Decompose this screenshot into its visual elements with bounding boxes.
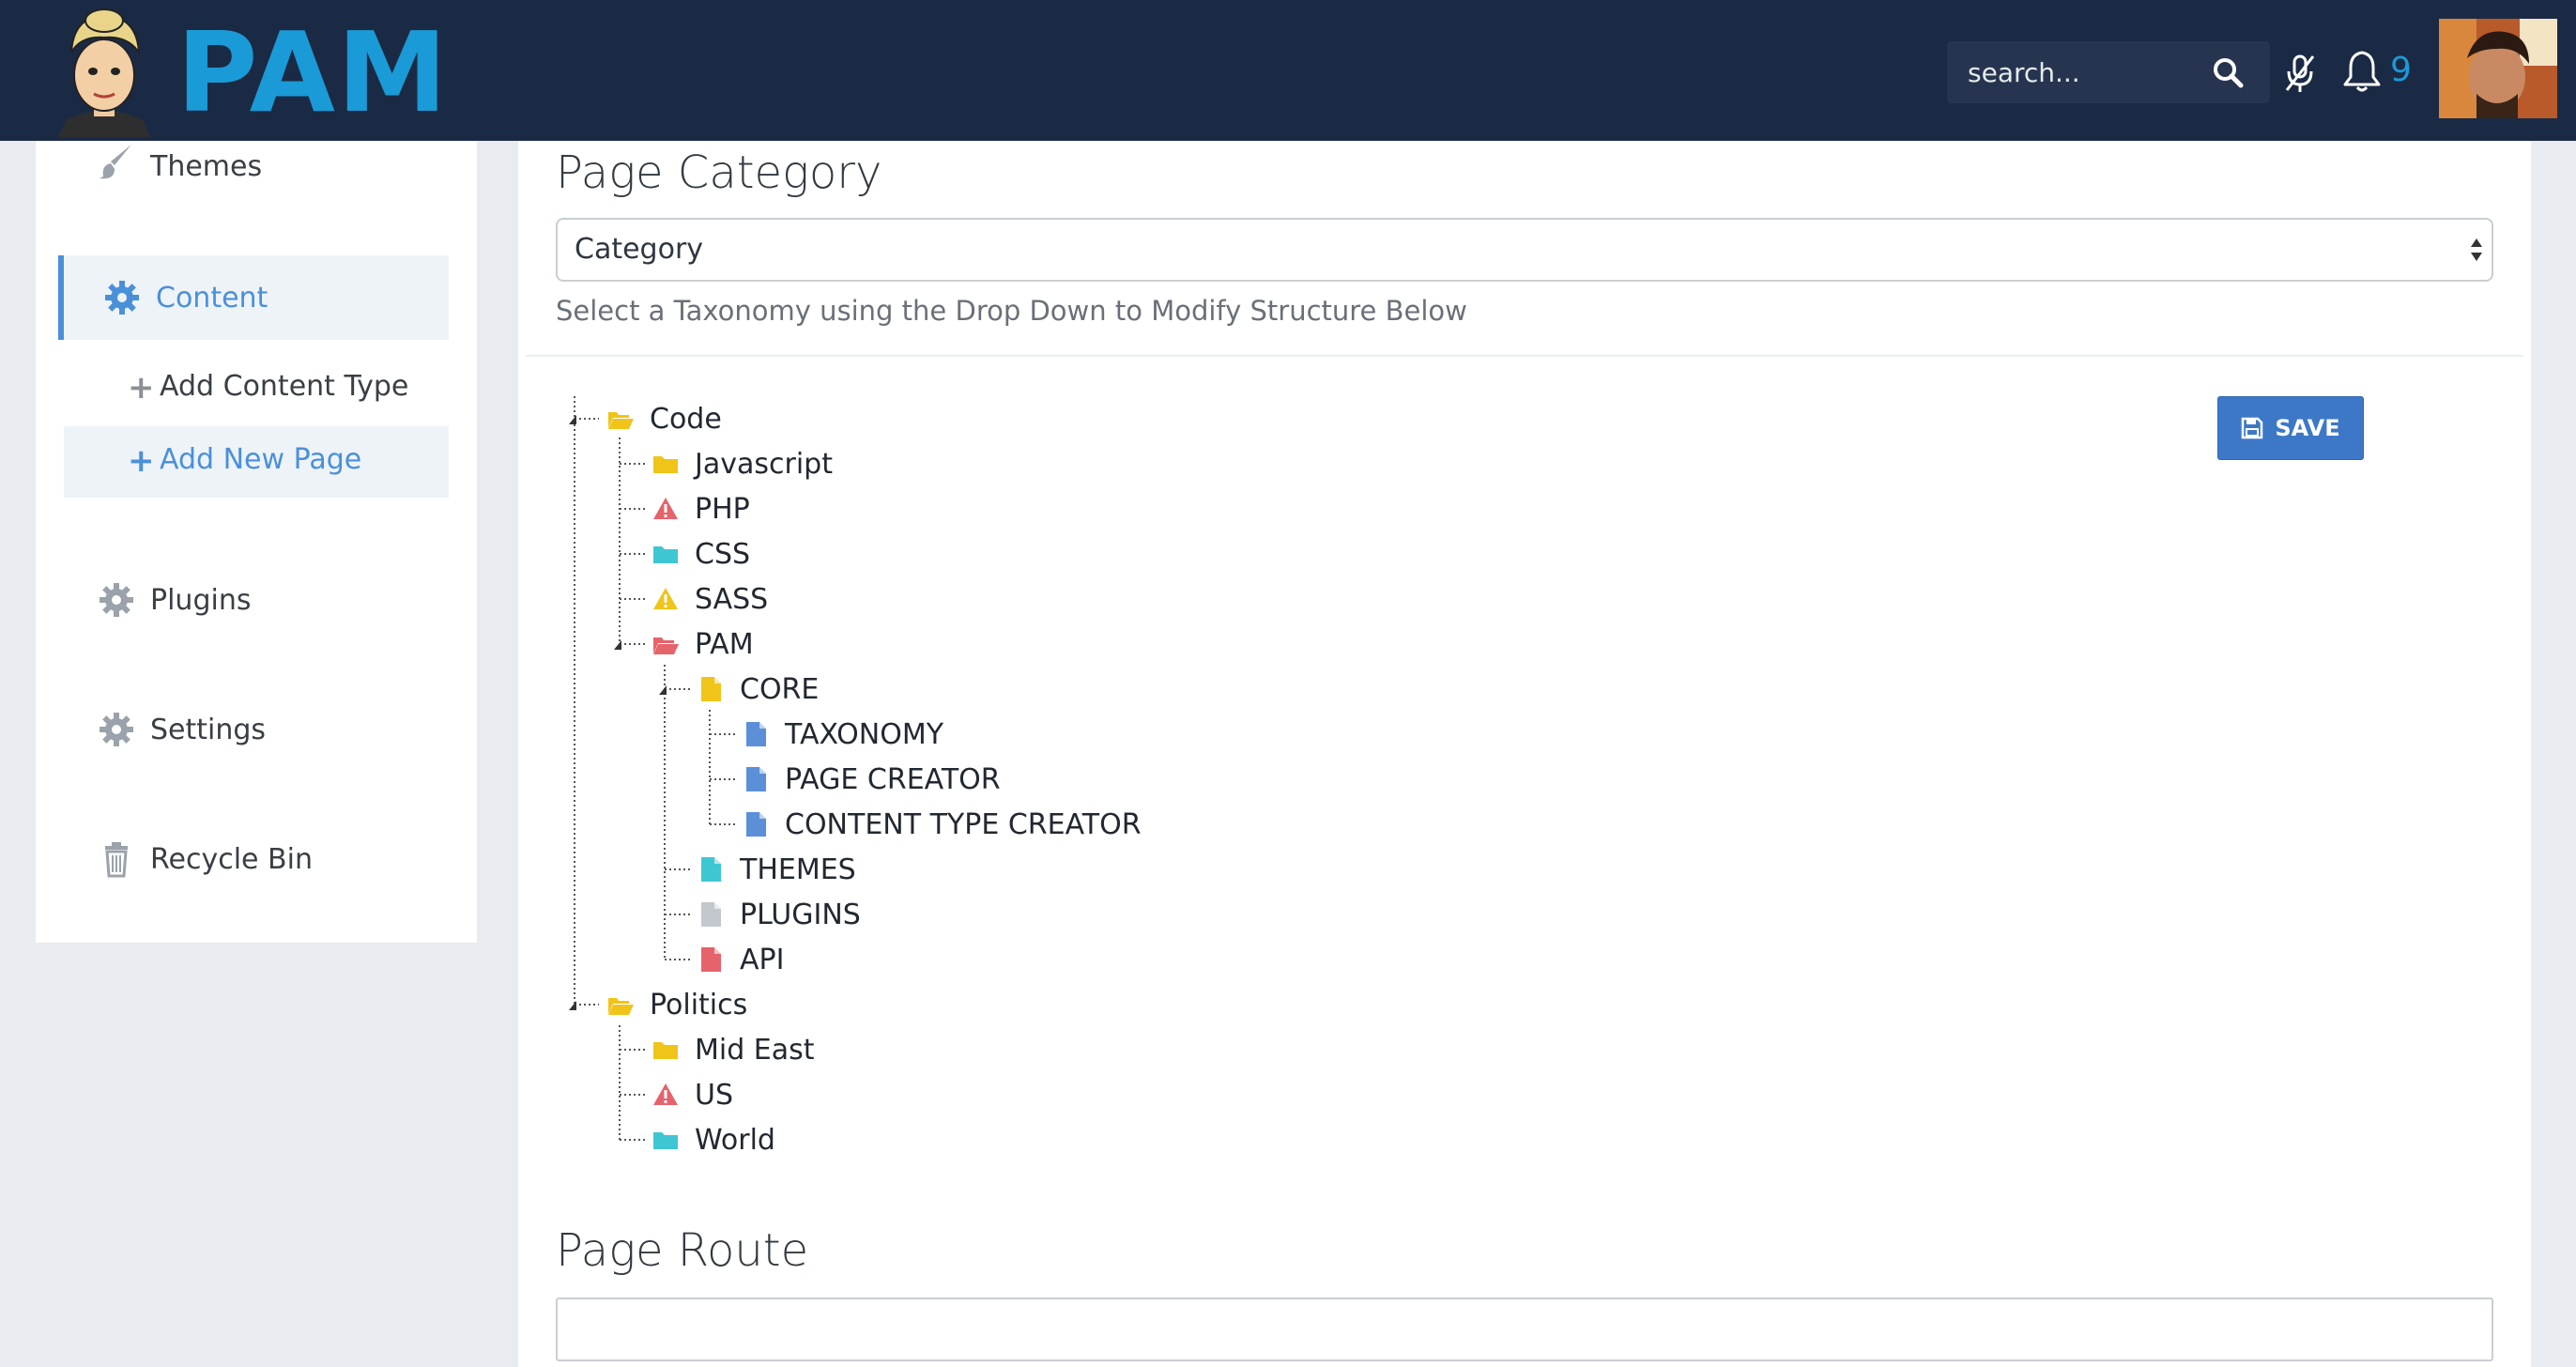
file-icon bbox=[746, 812, 766, 837]
tree-node-label: Code bbox=[650, 402, 722, 436]
bell-icon[interactable] bbox=[2341, 49, 2383, 94]
tree-node-label: Politics bbox=[650, 988, 748, 1021]
sidebar-item-settings[interactable]: Settings bbox=[36, 687, 477, 772]
folder-open-icon bbox=[653, 637, 679, 654]
folder-icon bbox=[653, 546, 678, 563]
tree-node-world[interactable]: World bbox=[652, 1119, 775, 1160]
folder-icon bbox=[653, 1132, 678, 1149]
microphone-muted-icon[interactable] bbox=[2283, 53, 2317, 94]
search-input[interactable] bbox=[1968, 41, 2202, 103]
save-button[interactable]: SAVE bbox=[2217, 396, 2364, 460]
tree-node-label: API bbox=[740, 943, 785, 976]
folder-icon bbox=[653, 1042, 678, 1059]
main-panel: Page Category Category Select a Taxonomy… bbox=[518, 141, 2531, 1367]
sidebar-label-add-new-page: Add New Page bbox=[160, 443, 362, 476]
trash-icon bbox=[105, 842, 128, 878]
tree-node-javascript[interactable]: Javascript bbox=[652, 443, 833, 484]
tree-node-label: US bbox=[695, 1078, 734, 1112]
sidebar-item-add-content-type[interactable]: + Add Content Type bbox=[64, 353, 449, 424]
tree-node-label: PAM bbox=[695, 627, 754, 661]
sidebar-label-add-content-type: Add Content Type bbox=[160, 370, 409, 403]
search-box bbox=[1947, 41, 2270, 103]
tree-node-content-type-creator[interactable]: CONTENT TYPE CREATOR bbox=[742, 804, 1142, 845]
page-route-heading: Page Route bbox=[556, 1224, 809, 1277]
tree-node-politics[interactable]: Politics bbox=[606, 984, 747, 1025]
sidebar-item-recycle-bin[interactable]: Recycle Bin bbox=[36, 817, 477, 901]
tree-node-label: Javascript bbox=[695, 447, 833, 481]
file-icon bbox=[701, 902, 721, 927]
search-icon[interactable] bbox=[2212, 56, 2244, 88]
notification-count[interactable]: 9 bbox=[2390, 51, 2412, 89]
tree-node-pam[interactable]: PAM bbox=[652, 623, 754, 665]
file-icon bbox=[746, 722, 766, 746]
tree-node-label: PHP bbox=[695, 492, 750, 526]
gear-icon bbox=[100, 713, 133, 746]
floppy-disk-icon bbox=[2242, 417, 2263, 439]
tree-node-label: SASS bbox=[695, 582, 769, 616]
folder-open-icon bbox=[608, 998, 634, 1015]
tree-node-taxonomy[interactable]: TAXONOMY bbox=[742, 714, 943, 755]
tree-node-label: CONTENT TYPE CREATOR bbox=[785, 807, 1142, 841]
tree-node-label: PLUGINS bbox=[740, 898, 861, 931]
sidebar-label-plugins: Plugins bbox=[150, 583, 252, 617]
tree-node-php[interactable]: PHP bbox=[652, 488, 750, 530]
tree-node-label: Mid East bbox=[695, 1033, 815, 1067]
top-navbar: PAM 9 bbox=[0, 0, 2576, 141]
tree-node-label: THEMES bbox=[740, 852, 856, 886]
tree-node-core[interactable]: CORE bbox=[697, 668, 819, 710]
page-route-input[interactable] bbox=[556, 1298, 2493, 1361]
tree-node-page-creator[interactable]: PAGE CREATOR bbox=[742, 759, 1001, 800]
tree-node-us[interactable]: US bbox=[652, 1074, 733, 1115]
brand-logo-text[interactable]: PAM bbox=[176, 17, 449, 128]
file-icon bbox=[701, 947, 721, 972]
tree-node-mid-east[interactable]: Mid East bbox=[652, 1029, 815, 1070]
tree-node-label: CORE bbox=[740, 672, 820, 706]
warning-icon bbox=[653, 498, 678, 519]
folder-icon bbox=[653, 456, 678, 473]
warning-icon bbox=[653, 588, 678, 609]
tree-node-code[interactable]: Code bbox=[606, 398, 722, 439]
tree-node-plugins[interactable]: PLUGINS bbox=[697, 894, 861, 935]
sidebar-item-themes[interactable]: Themes bbox=[36, 141, 477, 193]
brush-icon bbox=[100, 145, 131, 179]
tree-node-label: PAGE CREATOR bbox=[785, 762, 1001, 796]
tree-node-label: CSS bbox=[695, 537, 751, 571]
plus-icon: + bbox=[128, 369, 155, 407]
file-icon bbox=[701, 677, 721, 701]
warning-icon bbox=[653, 1083, 678, 1105]
chevron-up-down-icon bbox=[2471, 238, 2482, 261]
cartoon-avatar-logo bbox=[58, 8, 150, 137]
file-icon bbox=[701, 857, 721, 882]
sidebar-label-content: Content bbox=[156, 281, 268, 315]
sidebar-item-content[interactable]: Content bbox=[58, 255, 449, 340]
tree-node-themes[interactable]: THEMES bbox=[697, 849, 856, 890]
sidebar-item-add-new-page[interactable]: + Add New Page bbox=[64, 426, 449, 498]
tree-node-label: TAXONOMY bbox=[785, 717, 944, 751]
sidebar-label-settings: Settings bbox=[150, 713, 267, 746]
tree-node-api[interactable]: API bbox=[697, 939, 784, 980]
gear-icon bbox=[105, 281, 139, 315]
gear-icon bbox=[100, 583, 133, 617]
sidebar-label-recycle-bin: Recycle Bin bbox=[150, 842, 313, 876]
sidebar: Themes Content + Add Content Type + Add … bbox=[36, 141, 477, 943]
save-button-label: SAVE bbox=[2275, 415, 2340, 441]
tree-node-css[interactable]: CSS bbox=[652, 533, 750, 575]
tree-node-sass[interactable]: SASS bbox=[652, 578, 768, 620]
tree-node-label: World bbox=[695, 1123, 775, 1157]
file-icon bbox=[746, 767, 766, 791]
taxonomy-tree: Code Javascript PHP CSS SASS PAM CORE TA… bbox=[518, 141, 1645, 1174]
user-avatar[interactable] bbox=[2439, 19, 2557, 118]
sidebar-label-themes: Themes bbox=[150, 150, 263, 183]
plus-icon: + bbox=[128, 442, 155, 480]
folder-open-icon bbox=[608, 412, 634, 429]
sidebar-item-plugins[interactable]: Plugins bbox=[36, 558, 477, 642]
